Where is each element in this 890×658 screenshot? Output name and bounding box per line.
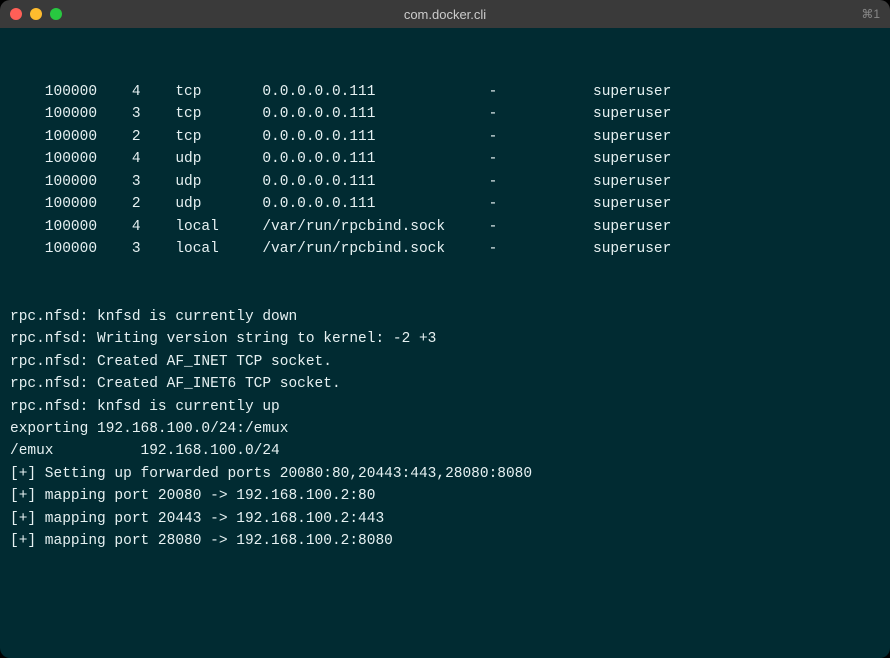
rpc-row: 100000 2 udp 0.0.0.0.0.111 - superuser [10, 193, 880, 215]
rpc-row: 100000 4 local /var/run/rpcbind.sock - s… [10, 216, 880, 238]
rpc-row: 100000 4 udp 0.0.0.0.0.111 - superuser [10, 148, 880, 170]
log-line: rpc.nfsd: Created AF_INET6 TCP socket. [10, 373, 880, 395]
rpc-row: 100000 3 tcp 0.0.0.0.0.111 - superuser [10, 103, 880, 125]
log-line: [+] Setting up forwarded ports 20080:80,… [10, 463, 880, 485]
blank-line [10, 598, 880, 620]
log-line: [+] mapping port 20443 -> 192.168.100.2:… [10, 508, 880, 530]
log-line: /emux 192.168.100.0/24 [10, 440, 880, 462]
zoom-icon[interactable] [50, 8, 62, 20]
titlebar: com.docker.cli ⌘1 [0, 0, 890, 28]
rpc-row: 100000 3 local /var/run/rpcbind.sock - s… [10, 238, 880, 260]
log-line: rpc.nfsd: Writing version string to kern… [10, 328, 880, 350]
rpc-row: 100000 3 udp 0.0.0.0.0.111 - superuser [10, 171, 880, 193]
close-icon[interactable] [10, 8, 22, 20]
log-line: rpc.nfsd: knfsd is currently up [10, 396, 880, 418]
window-shortcut: ⌘1 [861, 7, 880, 21]
log-line: [+] mapping port 28080 -> 192.168.100.2:… [10, 530, 880, 552]
log-line: rpc.nfsd: Created AF_INET TCP socket. [10, 351, 880, 373]
minimize-icon[interactable] [30, 8, 42, 20]
log-line: [+] mapping port 20080 -> 192.168.100.2:… [10, 485, 880, 507]
window-title: com.docker.cli [0, 7, 890, 22]
rpc-row: 100000 4 tcp 0.0.0.0.0.111 - superuser [10, 81, 880, 103]
log-line: rpc.nfsd: knfsd is currently down [10, 306, 880, 328]
window-controls [10, 8, 62, 20]
log-line: exporting 192.168.100.0/24:/emux [10, 418, 880, 440]
rpc-row: 100000 2 tcp 0.0.0.0.0.111 - superuser [10, 126, 880, 148]
terminal-output[interactable]: 100000 4 tcp 0.0.0.0.0.111 - superuser 1… [0, 28, 890, 658]
